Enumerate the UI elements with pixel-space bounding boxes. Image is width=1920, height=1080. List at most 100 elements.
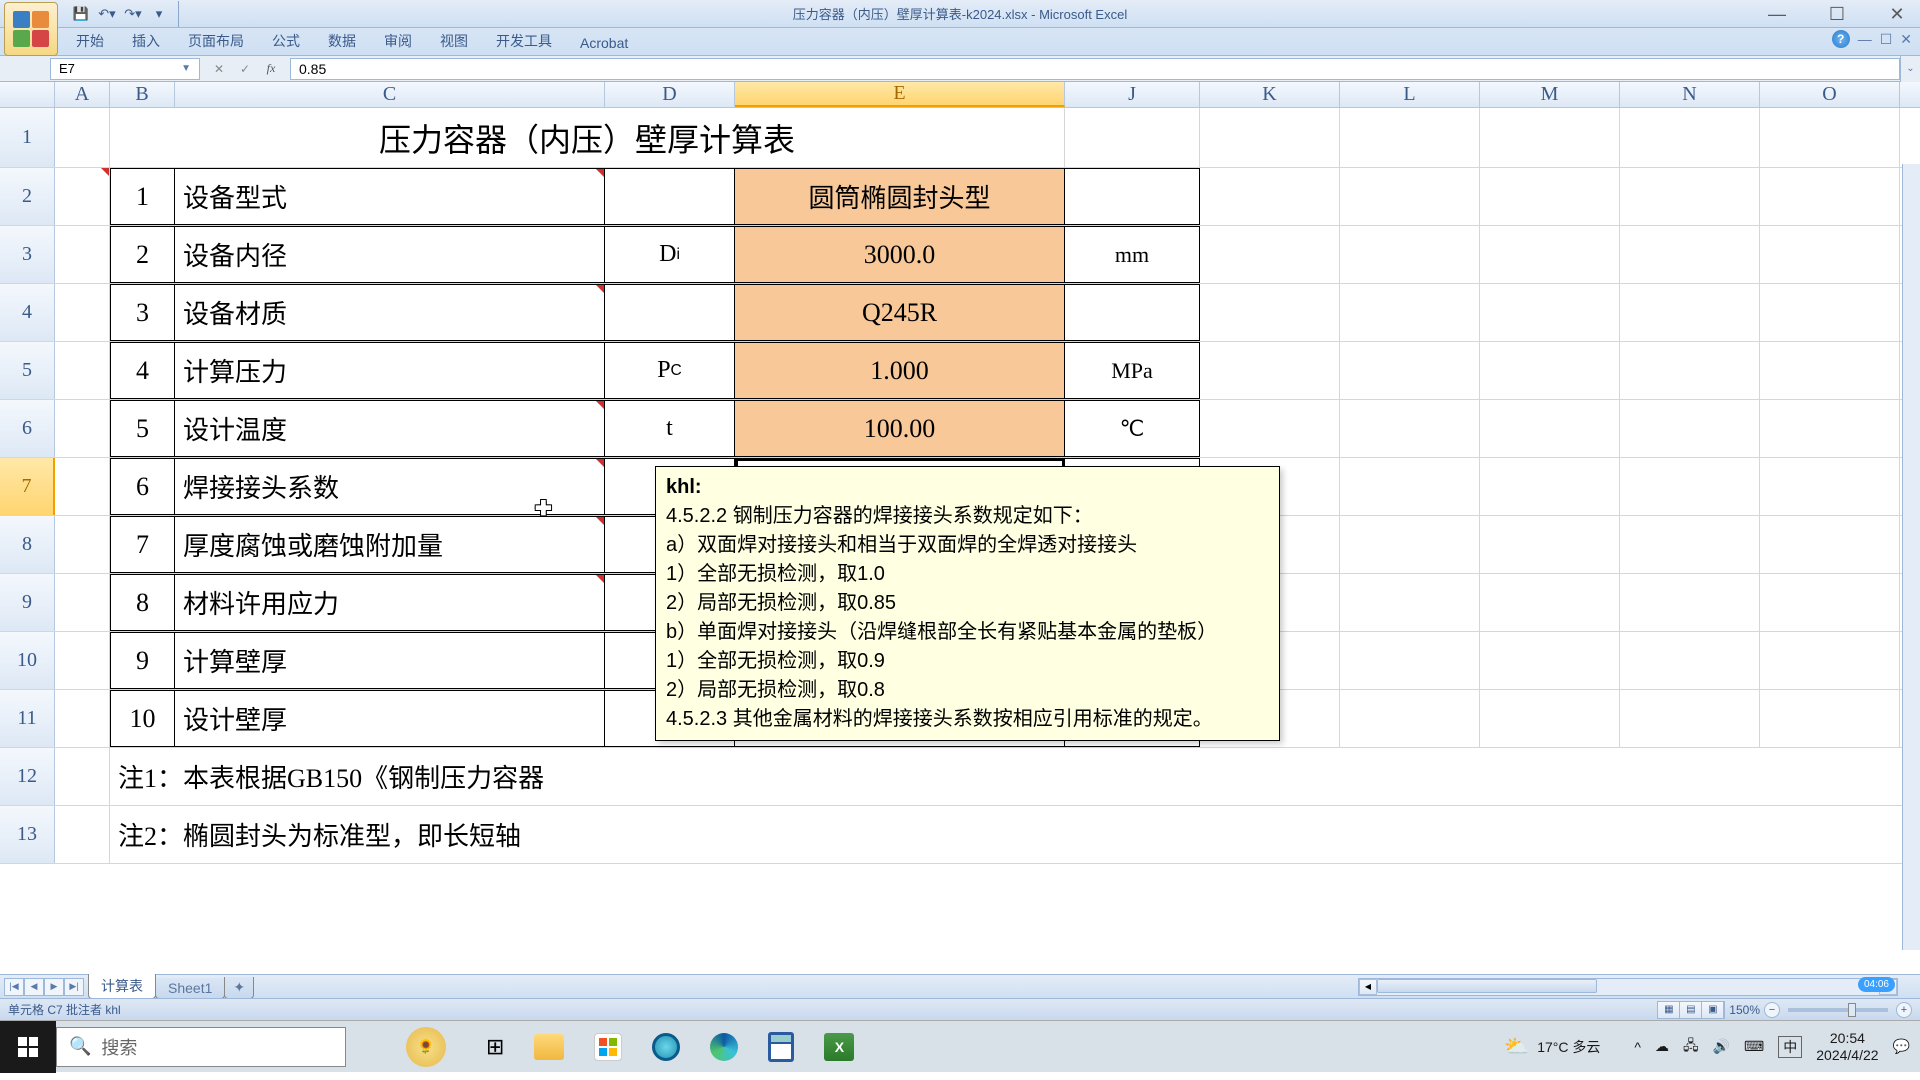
row-header-12[interactable]: 12 [0, 748, 55, 805]
search-placeholder: 搜索 [101, 1034, 137, 1060]
row-header-10[interactable]: 10 [0, 632, 55, 689]
redo-icon[interactable]: ↷▾ [122, 3, 144, 25]
row-header-6[interactable]: 6 [0, 400, 55, 457]
zoom-out-icon[interactable]: − [1764, 1002, 1780, 1018]
sheet-nav-first-icon[interactable]: |◀ [4, 978, 24, 996]
col-header-J[interactable]: J [1065, 82, 1200, 107]
file-explorer-icon[interactable] [534, 1034, 564, 1060]
formula-input[interactable]: 0.85 [290, 58, 1900, 80]
qat-customize-icon[interactable]: ▾ [148, 3, 170, 25]
edge-icon[interactable] [710, 1033, 738, 1061]
undo-icon[interactable]: ↶▾ [96, 3, 118, 25]
excel-taskbar-icon[interactable]: X [824, 1033, 854, 1061]
tab-developer[interactable]: 开发工具 [482, 27, 566, 55]
sheet-tab-new-icon[interactable]: ✦ [224, 977, 254, 999]
col-header-K[interactable]: K [1200, 82, 1340, 107]
col-header-N[interactable]: N [1620, 82, 1760, 107]
tray-ime[interactable]: 中 [1778, 1036, 1802, 1058]
tray-chevron-icon[interactable]: ^ [1634, 1039, 1641, 1055]
calculator-icon[interactable] [768, 1032, 794, 1062]
enter-formula-icon[interactable]: ✓ [234, 58, 256, 80]
save-icon[interactable]: 💾 [70, 3, 92, 25]
col-header-M[interactable]: M [1480, 82, 1620, 107]
name-box-dropdown-icon[interactable]: ▼ [181, 63, 191, 74]
tab-formulas[interactable]: 公式 [258, 27, 314, 55]
row-value[interactable]: 3000.0 [735, 226, 1065, 283]
ms-store-icon[interactable] [594, 1033, 622, 1061]
help-icon[interactable]: ? [1832, 30, 1850, 48]
row-header-1[interactable]: 1 [0, 108, 55, 167]
fx-icon[interactable]: fx [260, 58, 282, 80]
row-number: 8 [110, 574, 175, 631]
sheet-nav-last-icon[interactable]: ▶| [64, 978, 84, 996]
tray-keyboard-icon[interactable]: ⌨ [1744, 1038, 1764, 1055]
tray-onedrive-icon[interactable]: ☁ [1655, 1038, 1669, 1055]
tab-acrobat[interactable]: Acrobat [566, 31, 642, 55]
row-header-11[interactable]: 11 [0, 690, 55, 747]
col-header-A[interactable]: A [55, 82, 110, 107]
zoom-slider[interactable] [1788, 1008, 1888, 1012]
ribbon-restore-icon[interactable]: ☐ [1880, 31, 1893, 48]
minimize-icon[interactable]: — [1762, 4, 1792, 25]
close-icon[interactable]: ✕ [1882, 4, 1912, 25]
office-button[interactable] [4, 2, 58, 56]
browser-icon[interactable] [652, 1033, 680, 1061]
row-header-9[interactable]: 9 [0, 574, 55, 631]
sheet-tab-active[interactable]: 计算表 [88, 974, 156, 999]
task-view-icon[interactable]: ⊞ [486, 1034, 504, 1060]
zoom-in-icon[interactable]: + [1896, 1002, 1912, 1018]
col-header-D[interactable]: D [605, 82, 735, 107]
row-header-8[interactable]: 8 [0, 516, 55, 573]
horizontal-scrollbar[interactable]: ◀ ▶ [1358, 978, 1898, 996]
tab-home[interactable]: 开始 [62, 27, 118, 55]
view-page-layout-icon[interactable]: ▤ [1680, 1002, 1702, 1018]
tab-data[interactable]: 数据 [314, 27, 370, 55]
view-normal-icon[interactable]: ▦ [1658, 1002, 1680, 1018]
row-value[interactable]: 圆筒椭圆封头型 [735, 168, 1065, 225]
tray-network-icon[interactable]: 🖧 [1683, 1035, 1699, 1059]
col-header-B[interactable]: B [110, 82, 175, 107]
name-box[interactable]: E7 ▼ [50, 58, 200, 80]
taskbar-search[interactable]: 🔍 搜索 [56, 1027, 346, 1067]
window-title: 压力容器（内压）壁厚计算表-k2024.xlsx - Microsoft Exc… [0, 4, 1920, 23]
ribbon-minimize-icon[interactable]: — [1858, 31, 1872, 47]
row-header-2[interactable]: 2 [0, 168, 55, 225]
status-bar: 单元格 C7 批注者 khl ▦ ▤ ▣ 150% − + [0, 998, 1920, 1020]
row-header-13[interactable]: 13 [0, 806, 55, 863]
earth-day-icon[interactable]: 🌻 [406, 1027, 446, 1067]
hscroll-left-icon[interactable]: ◀ [1359, 979, 1377, 995]
sheet-nav-next-icon[interactable]: ▶ [44, 978, 64, 996]
sheet-tab-sheet1[interactable]: Sheet1 [155, 978, 225, 999]
formula-bar-expand-icon[interactable]: ⌄ [1900, 56, 1920, 82]
tray-clock[interactable]: 20:54 2024/4/22 [1816, 1030, 1878, 1064]
row-header-7[interactable]: 7 [0, 458, 55, 515]
col-header-E[interactable]: E [735, 82, 1065, 107]
weather-widget[interactable]: ⛅ 17°C 多云 [1504, 1034, 1600, 1059]
sheet-nav-prev-icon[interactable]: ◀ [24, 978, 44, 996]
tab-review[interactable]: 审阅 [370, 27, 426, 55]
cancel-formula-icon[interactable]: ✕ [208, 58, 230, 80]
tray-volume-icon[interactable]: 🔊 [1713, 1038, 1730, 1055]
ribbon-close-icon[interactable]: ✕ [1900, 31, 1912, 48]
maximize-icon[interactable]: ☐ [1822, 4, 1852, 25]
col-header-L[interactable]: L [1340, 82, 1480, 107]
tab-page-layout[interactable]: 页面布局 [174, 27, 258, 55]
row-value[interactable]: Q245R [735, 284, 1065, 341]
start-button[interactable] [0, 1021, 56, 1073]
tab-insert[interactable]: 插入 [118, 27, 174, 55]
vertical-scrollbar[interactable] [1902, 164, 1920, 950]
tab-view[interactable]: 视图 [426, 27, 482, 55]
row-header-4[interactable]: 4 [0, 284, 55, 341]
formula-bar: E7 ▼ ✕ ✓ fx 0.85 ⌄ [0, 56, 1920, 82]
worksheet-grid[interactable]: A B C D E J K L M N O 1 压力容器（内压）壁厚计算表 21… [0, 82, 1920, 974]
row-value[interactable]: 100.00 [735, 400, 1065, 457]
row-header-3[interactable]: 3 [0, 226, 55, 283]
row-header-5[interactable]: 5 [0, 342, 55, 399]
select-all-corner[interactable] [0, 82, 55, 107]
col-header-O[interactable]: O [1760, 82, 1900, 107]
view-page-break-icon[interactable]: ▣ [1702, 1002, 1724, 1018]
tray-notifications-icon[interactable]: 💬 [1893, 1038, 1910, 1055]
row-value[interactable]: 1.000 [735, 342, 1065, 399]
hscroll-thumb[interactable] [1377, 979, 1597, 993]
col-header-C[interactable]: C [175, 82, 605, 107]
